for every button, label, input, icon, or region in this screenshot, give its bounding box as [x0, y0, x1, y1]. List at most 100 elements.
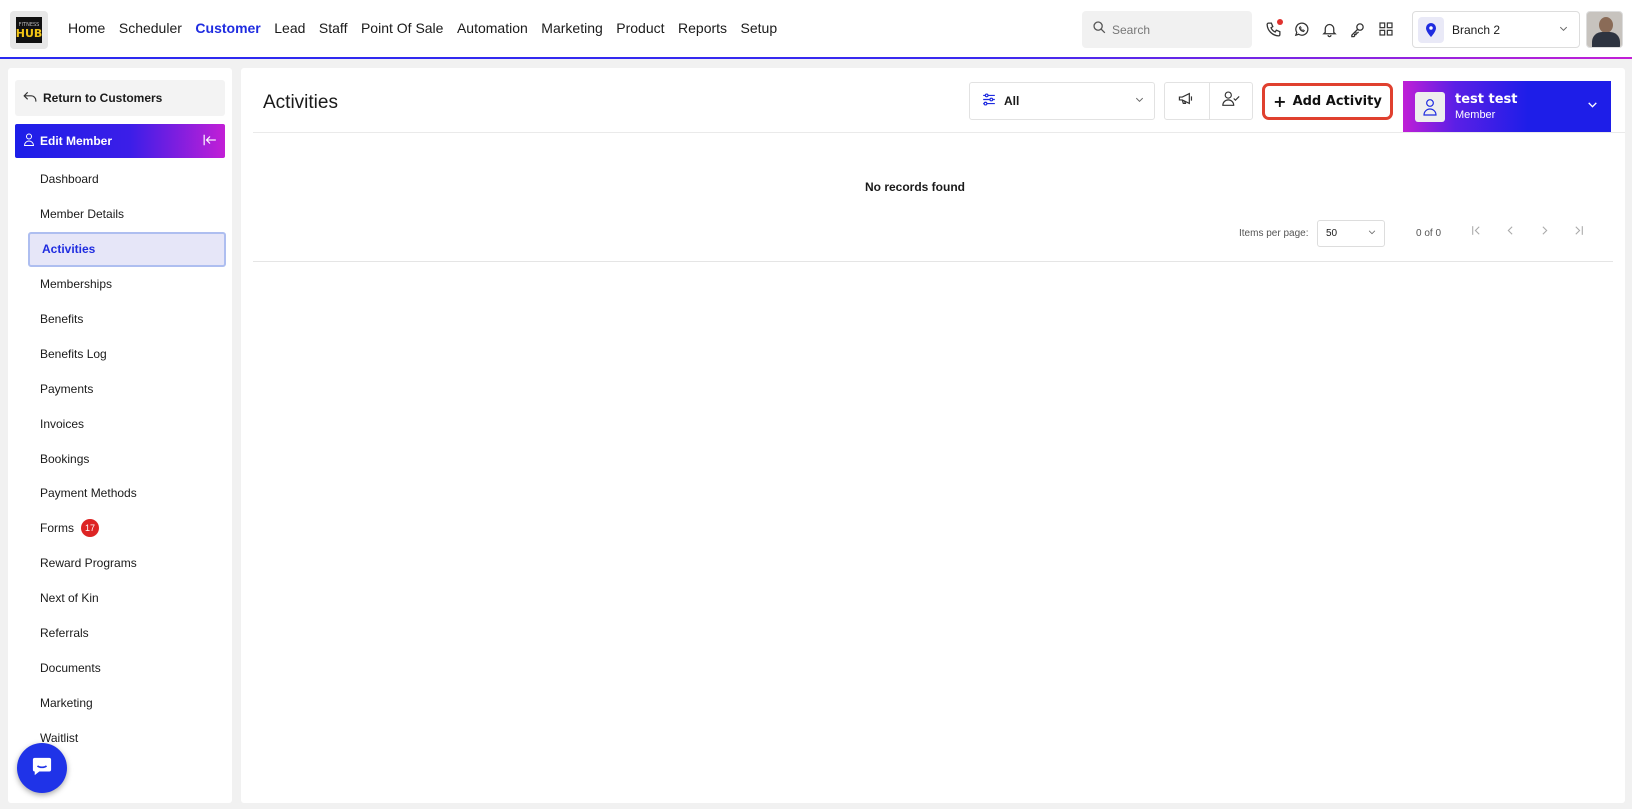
nav-scheduler[interactable]: Scheduler: [119, 20, 182, 36]
sidebar-item-dashboard[interactable]: Dashboard: [8, 162, 232, 197]
chevron-right-icon: [1538, 224, 1551, 242]
items-per-page-select[interactable]: 50: [1317, 220, 1385, 247]
sidebar-item-label: Invoices: [40, 416, 85, 431]
activity-action-group: [1164, 82, 1253, 120]
items-per-page-value: 50: [1326, 228, 1338, 239]
chat-bubble-icon: [31, 756, 53, 781]
member-names: test test Member: [1455, 92, 1586, 121]
nav-automation[interactable]: Automation: [457, 20, 528, 36]
sidebar-item-activities[interactable]: Activities: [28, 231, 226, 267]
return-label: Return to Customers: [43, 91, 163, 105]
key-icon[interactable]: [1348, 19, 1367, 39]
sidebar-item-label: Referrals: [40, 626, 89, 641]
add-activity-label: Add Activity: [1292, 94, 1382, 109]
header-divider: [253, 132, 1625, 133]
logo-line2: HUB: [15, 26, 43, 40]
page-title: Activities: [263, 92, 338, 113]
return-to-customers-button[interactable]: Return to Customers: [15, 80, 225, 116]
sidebar-item-forms[interactable]: Forms 17: [8, 511, 232, 546]
last-page-button[interactable]: [1570, 225, 1586, 241]
sidebar-item-label: Bookings: [40, 451, 90, 466]
sidebar-item-benefits[interactable]: Benefits: [8, 302, 232, 337]
phone-alert-dot: [1277, 19, 1283, 25]
filter-sliders-icon: [982, 93, 996, 109]
top-icons: [1264, 19, 1395, 39]
sidebar-item-label: Payments: [40, 381, 94, 396]
main-nav: Home Scheduler Customer Lead Staff Point…: [68, 20, 791, 36]
nav-customer[interactable]: Customer: [195, 20, 260, 36]
activity-filter-select[interactable]: All: [969, 82, 1155, 120]
previous-page-button[interactable]: [1502, 225, 1518, 241]
avatar-head: [1599, 17, 1613, 33]
chevron-down-icon: [1586, 98, 1599, 116]
search-icon: [1092, 20, 1106, 39]
search-input[interactable]: [1112, 22, 1242, 37]
apps-grid-icon[interactable]: [1376, 19, 1395, 39]
bell-icon[interactable]: [1320, 19, 1339, 39]
last-page-icon: [1572, 224, 1585, 242]
sidebar-item-label: Member Details: [40, 207, 125, 222]
nav-point-of-sale[interactable]: Point Of Sale: [361, 20, 444, 36]
nav-lead[interactable]: Lead: [274, 20, 305, 36]
phone-icon[interactable]: [1264, 19, 1283, 39]
sidebar-item-label: Payment Methods: [40, 486, 137, 501]
collapse-sidebar-icon[interactable]: [203, 134, 217, 149]
sidebar-item-referrals[interactable]: Referrals: [8, 616, 232, 651]
sidebar-item-payments[interactable]: Payments: [8, 371, 232, 406]
nav-reports[interactable]: Reports: [678, 20, 727, 36]
edit-member-header: Edit Member: [15, 124, 225, 158]
filter-value: All: [1004, 94, 1020, 108]
empty-state-text: No records found: [864, 180, 965, 194]
pagination-buttons: [1468, 225, 1586, 241]
nav-setup[interactable]: Setup: [741, 20, 778, 36]
sidebar-item-invoices[interactable]: Invoices: [8, 406, 232, 441]
chevron-left-icon: [1504, 224, 1517, 242]
chat-support-button[interactable]: [17, 743, 67, 793]
user-icon: [23, 133, 35, 149]
nav-product[interactable]: Product: [616, 20, 664, 36]
activities-panel: Activities All + Add Activity test test …: [241, 68, 1625, 803]
sidebar-item-benefits-log[interactable]: Benefits Log: [8, 336, 232, 371]
return-arrow-icon: [23, 91, 37, 106]
sidebar-item-reward-programs[interactable]: Reward Programs: [8, 546, 232, 581]
nav-home[interactable]: Home: [68, 20, 105, 36]
member-role: Member: [1455, 109, 1496, 121]
sidebar-item-marketing[interactable]: Marketing: [8, 685, 232, 720]
next-page-button[interactable]: [1536, 225, 1552, 241]
first-page-button[interactable]: [1468, 225, 1484, 241]
member-menu: Dashboard Member Details Activities Memb…: [8, 162, 232, 755]
assign-user-button[interactable]: [1208, 83, 1253, 119]
app-logo[interactable]: FITNESS HUB: [10, 11, 48, 49]
sidebar-item-label: Next of Kin: [40, 591, 99, 606]
sidebar-item-label: Dashboard: [40, 172, 99, 187]
sidebar-item-member-details[interactable]: Member Details: [8, 197, 232, 232]
pagination-divider: [253, 261, 1613, 262]
user-check-icon: [1221, 91, 1240, 111]
whatsapp-icon[interactable]: [1292, 19, 1311, 39]
megaphone-icon: [1178, 91, 1195, 111]
sidebar-item-documents[interactable]: Documents: [8, 650, 232, 685]
pagination-range: 0 of 0: [1416, 228, 1442, 239]
edit-member-title: Edit Member: [40, 134, 113, 148]
branch-selector[interactable]: Branch 2: [1412, 11, 1580, 48]
member-card[interactable]: test test Member: [1403, 81, 1611, 132]
add-activity-button[interactable]: + Add Activity: [1262, 83, 1393, 120]
sidebar-item-memberships[interactable]: Memberships: [8, 267, 232, 302]
nav-marketing[interactable]: Marketing: [541, 20, 602, 36]
sidebar-item-next-of-kin[interactable]: Next of Kin: [8, 581, 232, 616]
logo-mark: FITNESS HUB: [16, 17, 42, 43]
branch-label: Branch 2: [1452, 22, 1501, 37]
nav-staff[interactable]: Staff: [319, 20, 348, 36]
sidebar-item-label: Benefits Log: [40, 346, 107, 361]
sidebar-item-label: Reward Programs: [40, 556, 137, 571]
sidebar-item-bookings[interactable]: Bookings: [8, 441, 232, 476]
avatar-body: [1592, 32, 1620, 47]
search-box[interactable]: [1082, 11, 1252, 48]
announcement-button[interactable]: [1165, 83, 1209, 119]
user-avatar[interactable]: [1586, 11, 1623, 48]
sidebar-item-label: Memberships: [40, 277, 113, 292]
sidebar-item-payment-methods[interactable]: Payment Methods: [8, 476, 232, 511]
forms-count-badge: 17: [81, 519, 99, 538]
member-avatar-icon: [1415, 91, 1445, 122]
sidebar-item-label: Marketing: [40, 695, 93, 710]
